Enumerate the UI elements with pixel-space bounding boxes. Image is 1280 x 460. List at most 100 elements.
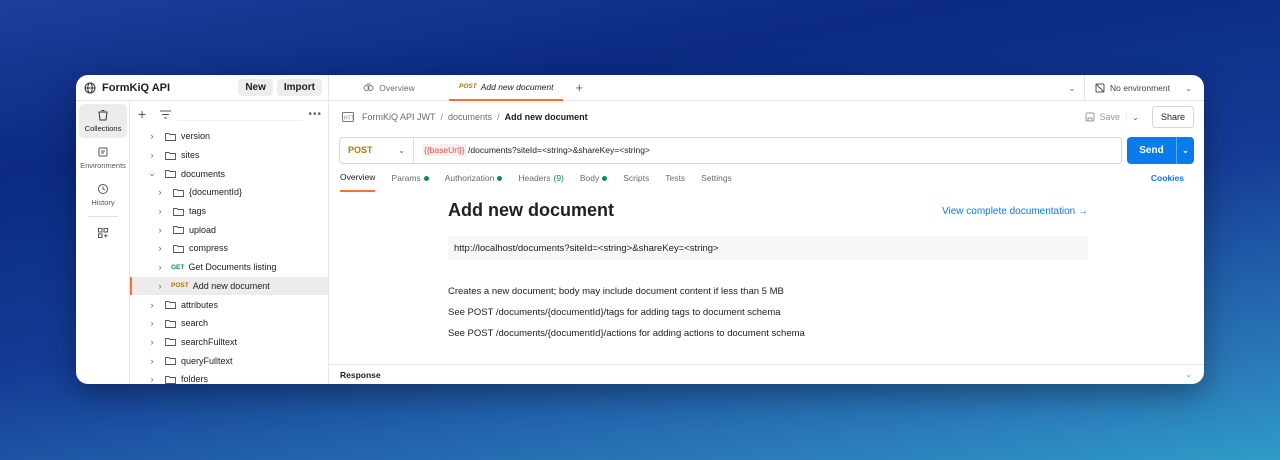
url-variable: {{baseUrl}}	[423, 144, 466, 156]
request-tab-tests[interactable]: Tests	[665, 164, 685, 192]
breadcrumb-separator: /	[440, 112, 444, 122]
chevron-right-icon[interactable]: ›	[154, 243, 166, 253]
tree-folder[interactable]: › {documentId}	[130, 183, 328, 202]
more-options-icon[interactable]: •••	[308, 109, 322, 120]
breadcrumb-collection[interactable]: FormKiQ API JWT	[362, 112, 436, 122]
folder-icon	[165, 338, 176, 347]
request-tab-body[interactable]: Body	[580, 164, 608, 192]
tabs-dropdown-icon[interactable]: ⌄	[1060, 84, 1084, 93]
tree-folder[interactable]: › compress	[130, 239, 328, 258]
status-dot	[602, 175, 608, 181]
tree-request[interactable]: › GET Get Documents listing	[130, 258, 328, 277]
workspace-title[interactable]: FormKiQ API	[102, 82, 234, 94]
save-button[interactable]: Save	[1085, 112, 1120, 122]
request-tab-label: Params	[391, 173, 421, 183]
doc-line: See POST /documents/{documentId}/actions…	[448, 328, 805, 339]
tree-folder[interactable]: › folders	[130, 370, 328, 384]
rail-item-configure[interactable]	[79, 221, 127, 247]
tree-item-label: version	[181, 131, 211, 142]
tree-folder[interactable]: › tags	[130, 202, 328, 221]
send-dropdown-icon[interactable]: ⌄	[1176, 136, 1194, 164]
folder-icon	[165, 375, 176, 384]
chevron-right-icon[interactable]: ›	[146, 337, 158, 347]
send-button[interactable]: Send ⌄	[1127, 136, 1194, 164]
url-box: POST ⌄ {{baseUrl}} /documents?siteId=<st…	[339, 136, 1122, 164]
folder-icon	[165, 319, 176, 328]
apps-grid-icon	[98, 227, 108, 238]
chevron-right-icon[interactable]: ›	[146, 374, 158, 384]
http-request-icon: HTTP	[342, 112, 354, 122]
tree-folder[interactable]: › search	[130, 314, 328, 333]
import-button[interactable]: Import	[276, 79, 322, 96]
new-tab-icon[interactable]: +	[575, 80, 583, 95]
environment-selector[interactable]: No environment ⌄	[1084, 75, 1204, 101]
request-tab-scripts[interactable]: Scripts	[623, 164, 649, 192]
request-tabs: Overview Params Authorization Headers (9) Bod…	[329, 164, 1204, 192]
tab-add-new-document[interactable]: POST Add new document	[449, 75, 564, 101]
chevron-right-icon[interactable]: ›	[154, 262, 166, 272]
request-tab-params[interactable]: Params	[391, 164, 429, 192]
tree-item-label: documents	[181, 168, 226, 179]
response-label: Response	[340, 369, 381, 380]
doc-line: See POST /documents/{documentId}/tags fo…	[448, 307, 781, 318]
chevron-right-icon[interactable]: ›	[154, 187, 166, 197]
tab-overview[interactable]: Overview	[329, 75, 449, 101]
request-tab-count: (9)	[553, 173, 564, 183]
breadcrumb-folder[interactable]: documents	[448, 112, 492, 122]
tree-item-label: compress	[189, 243, 229, 254]
chevron-down-icon[interactable]: ⌄	[146, 168, 158, 179]
save-dropdown-icon[interactable]: ⌄	[1125, 112, 1144, 122]
request-tab-settings[interactable]: Settings	[701, 164, 732, 192]
doc-line: Creates a new document; body may include…	[448, 286, 784, 297]
tree-search-input[interactable]	[177, 107, 303, 121]
rail-label-collections: Collections	[84, 124, 122, 133]
add-collection-icon[interactable]: +	[138, 106, 152, 122]
app-window: FormKiQ API New Import Collections Envir…	[76, 75, 1204, 384]
request-tab-label: Headers	[518, 173, 551, 183]
chevron-right-icon[interactable]: ›	[146, 318, 158, 328]
request-tab-label: Authorization	[444, 173, 495, 183]
history-icon	[98, 184, 108, 194]
chevron-right-icon[interactable]: ›	[154, 281, 166, 291]
tree-folder[interactable]: › version	[130, 127, 328, 146]
tree-folder[interactable]: › searchFulltext	[130, 333, 328, 352]
request-tab-headers[interactable]: Headers (9)	[518, 164, 564, 192]
folder-icon	[165, 357, 176, 366]
cookies-link[interactable]: Cookies	[1151, 173, 1184, 183]
doc-description: Creates a new document; body may include…	[448, 286, 1088, 339]
share-button[interactable]: Share	[1151, 106, 1194, 128]
rail-item-history[interactable]: History	[79, 178, 127, 212]
globe-icon	[84, 82, 96, 93]
url-input[interactable]: {{baseUrl}} /documents?siteId=<string>&s…	[414, 144, 650, 156]
tree-folder[interactable]: › attributes	[130, 295, 328, 314]
chevron-right-icon[interactable]: ›	[146, 131, 158, 141]
tree-folder[interactable]: ⌄ documents	[130, 164, 328, 183]
method-select[interactable]: POST ⌄	[340, 137, 414, 163]
tab-bar: Overview POST Add new document + ⌄ No en…	[329, 75, 1204, 101]
tab-overview-label: Overview	[379, 82, 415, 93]
view-documentation-link[interactable]: View complete documentation →	[942, 206, 1088, 217]
new-button[interactable]: New	[238, 79, 273, 96]
response-panel-header[interactable]: Response ⌄	[329, 364, 1204, 384]
request-tab-label: Overview	[340, 172, 376, 182]
tree-item-label: Get Documents listing	[188, 262, 277, 273]
chevron-right-icon[interactable]: ›	[154, 206, 166, 216]
rail-item-collections[interactable]: Collections	[79, 104, 127, 138]
documentation-panel: Add new document View complete documenta…	[448, 200, 1088, 349]
tree-folder[interactable]: › upload	[130, 220, 328, 239]
folder-icon	[173, 207, 184, 216]
request-tab-overview[interactable]: Overview	[340, 164, 376, 192]
chevron-right-icon[interactable]: ›	[146, 356, 158, 366]
chevron-right-icon[interactable]: ›	[146, 150, 158, 160]
chevron-right-icon[interactable]: ›	[146, 300, 158, 310]
breadcrumb-current[interactable]: Add new document	[505, 112, 588, 122]
rail-item-environments[interactable]: Environments	[79, 141, 127, 175]
status-dot	[497, 175, 503, 181]
tree-request[interactable]: › POST Add new document	[130, 276, 328, 296]
tree-item-label: attributes	[181, 299, 219, 310]
request-tab-authorization[interactable]: Authorization	[445, 164, 503, 192]
chevron-right-icon[interactable]: ›	[154, 225, 166, 235]
filter-icon[interactable]	[160, 110, 171, 119]
tree-folder[interactable]: › queryFulltext	[130, 351, 328, 370]
tree-folder[interactable]: › sites	[130, 146, 328, 165]
